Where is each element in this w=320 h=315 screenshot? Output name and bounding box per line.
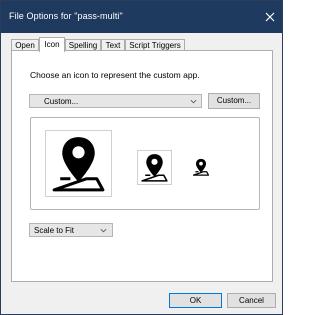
ok-button[interactable]: OK	[169, 293, 222, 308]
scale-select-value: Scale to Fit	[34, 226, 75, 235]
tab-icon[interactable]: Icon	[39, 37, 65, 52]
icon-preview-medium	[137, 150, 172, 185]
close-icon[interactable]	[262, 9, 278, 25]
scale-select[interactable]: Scale to Fit	[29, 223, 113, 237]
title-bar: File Options for "pass-multi"	[1, 1, 282, 33]
file-options-dialog: File Options for "pass-multi" Open Icon …	[0, 0, 283, 315]
icon-preview-box	[30, 117, 260, 210]
chevron-down-icon	[190, 99, 197, 104]
cancel-button[interactable]: Cancel	[227, 293, 276, 308]
icon-preview-small	[190, 156, 212, 178]
icon-select[interactable]: Custom...	[29, 94, 202, 108]
custom-icon-button[interactable]: Custom...	[208, 93, 260, 109]
icon-select-value: Custom...	[44, 97, 79, 106]
icon-prompt-label: Choose an icon to represent the custom a…	[30, 70, 200, 80]
map-pin-icon	[192, 158, 210, 176]
map-pin-icon	[52, 137, 105, 192]
icon-tab-panel: Choose an icon to represent the custom a…	[11, 50, 273, 282]
chevron-down-icon	[100, 228, 107, 233]
dialog-title: File Options for "pass-multi"	[9, 11, 123, 21]
map-pin-icon	[141, 154, 168, 182]
icon-preview-large	[45, 130, 112, 197]
